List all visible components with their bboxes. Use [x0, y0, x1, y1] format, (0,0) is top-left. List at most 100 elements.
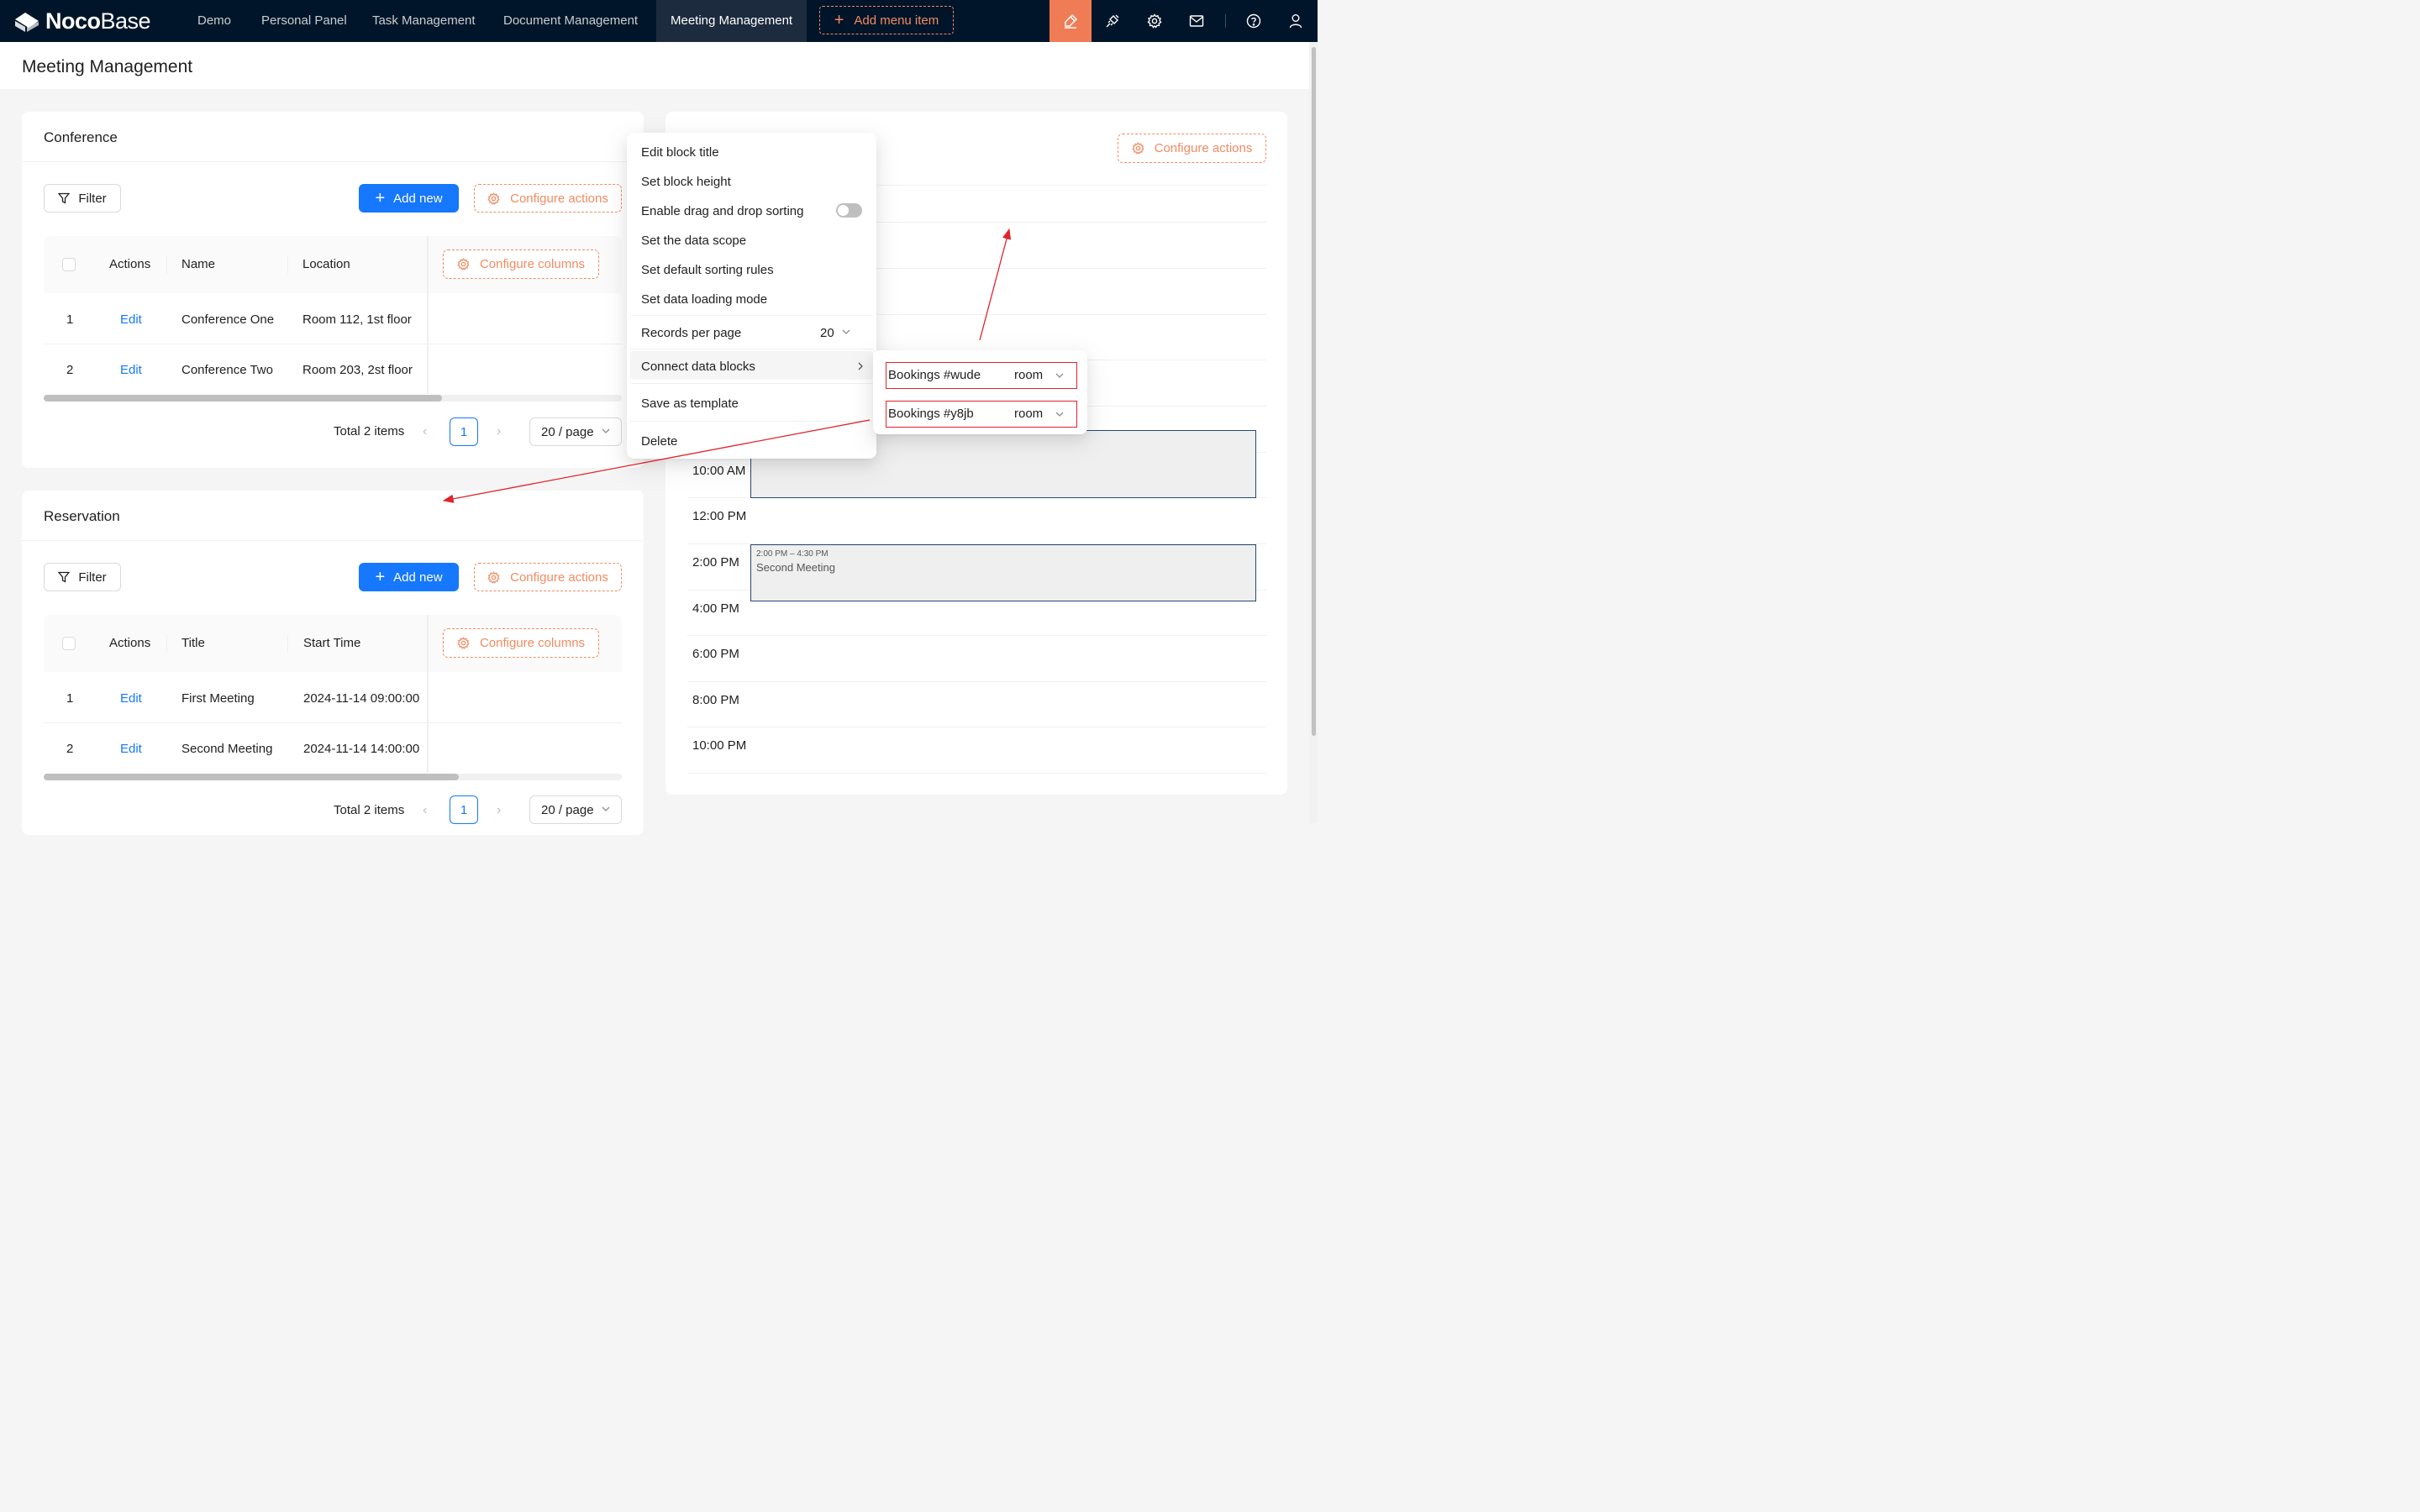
connect-block-option[interactable]: Bookings #y8jb room [886, 401, 1077, 428]
row-start-time: 2024-11-14 14:00:00 [303, 742, 420, 756]
table-scrollbar-thumb[interactable] [44, 774, 459, 780]
column-header-location[interactable]: Location [302, 257, 350, 271]
page-size-value: 20 / page [541, 424, 594, 439]
time-label: 8:00 PM [692, 693, 739, 707]
pagination-current-page[interactable]: 1 [450, 417, 478, 446]
conference-block: Conference Filter + Add new Configure ac… [22, 112, 644, 468]
column-header-title[interactable]: Title [182, 636, 205, 650]
menu-item-edit-block-title[interactable]: Edit block title [641, 145, 719, 160]
reservation-add-new-button[interactable]: + Add new [359, 563, 459, 591]
connect-block-label: Bookings #wude [888, 368, 981, 382]
menu-item-set-block-height[interactable]: Set block height [641, 175, 731, 189]
menu-divider [630, 421, 873, 422]
calendar-row-line [687, 681, 1266, 682]
add-menu-item-button[interactable]: + Add menu item [819, 6, 954, 34]
plugin-manager-button[interactable] [1092, 0, 1134, 42]
page-title: Meeting Management [22, 57, 193, 76]
configure-actions-label: Configure actions [1154, 141, 1253, 155]
row-edit-link[interactable]: Edit [120, 691, 142, 706]
select-all-checkbox[interactable] [62, 637, 76, 650]
time-label: 12:00 PM [692, 509, 747, 523]
calendar-configure-actions-button[interactable]: Configure actions [1118, 134, 1266, 163]
nav-item-document-management[interactable]: Document Management [503, 0, 638, 42]
add-menu-item-label: Add menu item [854, 13, 939, 28]
calendar-event[interactable]: 2:00 PM – 4:30 PM Second Meeting [750, 544, 1256, 601]
drag-sort-toggle[interactable] [836, 203, 862, 218]
records-per-page-value[interactable]: 20 [820, 326, 834, 340]
toggle-knob [838, 205, 849, 216]
conference-configure-actions-button[interactable]: Configure actions [474, 184, 622, 213]
row-title: Second Meeting [182, 742, 273, 756]
menu-item-save-as-template[interactable]: Save as template [641, 396, 739, 411]
column-header-actions[interactable]: Actions [109, 636, 150, 650]
time-label: 2:00 PM [692, 555, 739, 570]
reservation-table-header: Actions Title Start Time Configure colum… [44, 615, 622, 672]
page-header: Meeting Management [0, 42, 1309, 89]
next-page-icon[interactable]: › [497, 424, 501, 439]
menu-item-loading-mode[interactable]: Set data loading mode [641, 292, 767, 307]
row-location: Room 112, 1st floor [302, 312, 412, 327]
reservation-configure-actions-button[interactable]: Configure actions [474, 563, 622, 591]
menu-item-delete[interactable]: Delete [641, 434, 677, 449]
next-page-icon[interactable]: › [497, 803, 501, 818]
page-size-select[interactable]: 20 / page [529, 795, 622, 824]
menu-item-sorting-rules[interactable]: Set default sorting rules [641, 263, 774, 277]
plugin-icon [1106, 14, 1119, 28]
configure-columns-label: Configure columns [479, 636, 586, 650]
connect-block-label: Bookings #y8jb [888, 407, 974, 421]
fixed-column-shadow [427, 615, 429, 773]
row-edit-link[interactable]: Edit [120, 363, 142, 377]
row-location: Room 203, 2st floor [302, 363, 413, 377]
configure-actions-label: Configure actions [510, 570, 608, 585]
column-header-start-time[interactable]: Start Time [303, 636, 360, 650]
column-header-name[interactable]: Name [182, 257, 215, 271]
row-name: Conference One [182, 312, 275, 327]
reservation-block-title: Reservation [44, 508, 120, 524]
nav-item-meeting-management[interactable]: Meeting Management [656, 0, 808, 42]
page-size-value: 20 / page [541, 802, 594, 817]
plus-icon: + [375, 568, 386, 586]
nav-item-task-management[interactable]: Task Management [372, 0, 476, 42]
menu-item-records-per-page[interactable]: Records per page [641, 326, 741, 340]
row-edit-link[interactable]: Edit [120, 312, 142, 327]
prev-page-icon[interactable]: ‹ [423, 803, 427, 818]
conference-add-new-button[interactable]: + Add new [359, 184, 459, 213]
nav-item-demo[interactable]: Demo [197, 0, 231, 42]
menu-item-data-scope[interactable]: Set the data scope [641, 234, 746, 248]
conference-configure-columns-button[interactable]: Configure columns [443, 249, 599, 279]
pagination-current-page[interactable]: 1 [450, 795, 478, 824]
select-all-checkbox[interactable] [62, 258, 76, 271]
menu-item-connect-data-blocks[interactable]: Connect data blocks [641, 360, 755, 374]
connect-field-select[interactable]: room [1014, 368, 1043, 382]
nocobase-logo[interactable]: NocoBase [13, 8, 151, 34]
table-scrollbar-thumb[interactable] [44, 395, 442, 402]
nav-item-personal-panel[interactable]: Personal Panel [261, 0, 347, 42]
page-scrollbar-thumb[interactable] [1312, 47, 1316, 736]
reservation-filter-button[interactable]: Filter [44, 563, 121, 591]
ui-editor-button[interactable] [1050, 0, 1092, 42]
gear-icon [1131, 142, 1144, 155]
conference-filter-button[interactable]: Filter [44, 184, 121, 213]
calendar-row-line [687, 773, 1266, 774]
settings-button[interactable] [1134, 0, 1176, 42]
chevron-down-icon [1055, 412, 1064, 417]
reservation-configure-columns-button[interactable]: Configure columns [443, 628, 599, 658]
column-header-actions[interactable]: Actions [109, 257, 150, 271]
user-menu-button[interactable] [1275, 0, 1317, 42]
gear-icon [457, 258, 470, 270]
page-size-select[interactable]: 20 / page [529, 417, 622, 446]
mail-button[interactable] [1176, 0, 1218, 42]
divider [22, 540, 644, 541]
prev-page-icon[interactable]: ‹ [423, 424, 427, 439]
time-label: 4:00 PM [692, 601, 739, 616]
chevron-down-icon [602, 806, 610, 811]
connect-field-select[interactable]: room [1014, 407, 1043, 421]
row-edit-link[interactable]: Edit [120, 742, 142, 756]
time-label: 6:00 PM [692, 647, 739, 661]
help-button[interactable] [1233, 0, 1275, 42]
menu-item-drag-sort[interactable]: Enable drag and drop sorting [641, 204, 803, 218]
divider [22, 161, 644, 162]
connect-block-option[interactable]: Bookings #wude room [886, 362, 1077, 389]
chevron-down-icon [1055, 373, 1064, 378]
user-icon [1289, 14, 1302, 29]
